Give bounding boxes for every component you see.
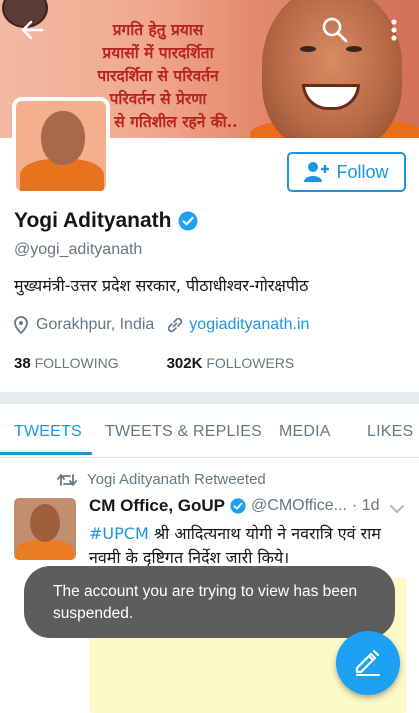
tweet-header: CM Office, GoUP @CMOffice... · 1d [89,496,409,516]
tweet-author-name[interactable]: CM Office, GoUP [89,496,225,516]
followers-label: FOLLOWERS [206,355,295,371]
profile-location: Gorakhpur, India [36,316,155,333]
profile-website-link[interactable]: yogiadityanath.in [189,316,309,334]
portrait-eye [300,46,316,52]
verified-badge-icon [178,211,197,231]
verified-badge-icon [230,498,246,514]
active-tab-indicator [0,452,92,455]
profile-bio: मुख्यमंत्री-उत्तर प्रदेश सरकार, पीठाधीश्… [14,276,309,295]
avatar-robe [16,540,74,560]
tweet-text: #UPCM श्री आदित्यनाथ योगी ने नवरात्रि एव… [89,522,407,570]
portrait-smile [302,84,360,110]
profile-meta: Gorakhpur, India yogiadityanath.in [14,316,309,334]
compose-icon [355,649,380,676]
search-button[interactable] [319,14,351,46]
profile-stats: 38 FOLLOWING 302K FOLLOWERS [14,355,294,372]
follow-label: Follow [336,161,389,182]
profile-tabs: TWEETS TWEETS & REPLIES MEDIA LIKES [0,404,419,458]
profile-name-row: Yogi Adityanath [14,209,198,233]
tab-tweets-and-replies[interactable]: TWEETS & REPLIES [105,423,262,441]
location-pin-icon [14,316,28,334]
tab-tweets[interactable]: TWEETS [14,423,82,441]
retweet-context: Yogi Adityanath Retweeted [57,471,266,488]
banner-line: प्रगति हेतु प्रयास [112,20,204,39]
add-user-icon [304,162,330,182]
back-button[interactable] [16,14,48,46]
more-options-button[interactable] [378,14,410,46]
avatar-face [30,504,60,542]
profile-avatar[interactable] [12,97,110,195]
arrow-left-icon [21,20,44,40]
retweet-note: Yogi Adityanath Retweeted [87,471,266,488]
following-label: FOLLOWING [34,355,119,371]
more-vertical-icon [391,19,397,41]
profile-handle: @yogi_adityanath [14,241,143,258]
profile-name: Yogi Adityanath [14,209,172,232]
compose-tweet-button[interactable] [336,631,400,695]
tweet-options-button[interactable] [389,500,405,519]
avatar-face [41,111,85,165]
link-icon [168,317,183,333]
following-stat[interactable]: 38 FOLLOWING [14,355,119,372]
following-count: 38 [14,355,31,372]
retweet-icon [57,473,77,486]
tweet-author-avatar[interactable] [14,498,76,560]
tab-likes[interactable]: LIKES [367,423,413,441]
tab-media[interactable]: MEDIA [279,423,331,441]
followers-stat[interactable]: 302K FOLLOWERS [167,355,295,372]
tweet-time: · 1d [351,497,380,514]
toast-message: The account you are trying to view has b… [53,583,358,622]
follow-button[interactable]: Follow [287,152,406,192]
banner-line: प्रयासों में पारदर्शिता [102,43,214,62]
banner-line: पारदर्शिता से परिवर्तन [97,66,219,85]
suspended-account-toast: The account you are trying to view has b… [24,566,395,638]
section-divider [0,392,419,404]
tweet-author-handle: @CMOffice... [251,497,347,514]
followers-count: 302K [166,355,203,372]
portrait-eye [346,46,362,52]
tweet-hashtag[interactable]: #UPCM [89,524,149,543]
chevron-down-icon [390,505,404,513]
search-icon [322,17,348,43]
